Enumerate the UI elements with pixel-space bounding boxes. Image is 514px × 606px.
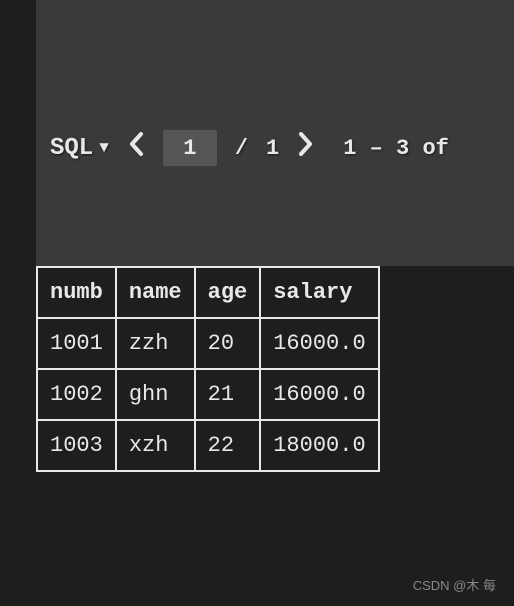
col-header: numb [37, 267, 116, 318]
cell: xzh [116, 420, 195, 471]
prev-page-button[interactable] [127, 131, 145, 165]
table-row: 1001 zzh 20 16000.0 [37, 318, 379, 369]
cell: 22 [195, 420, 261, 471]
watermark: CSDN @木 每 [413, 575, 496, 594]
dropdown-triangle-icon: ▼ [99, 139, 109, 157]
col-header: name [116, 267, 195, 318]
cell: 20 [195, 318, 261, 369]
cell: 1001 [37, 318, 116, 369]
cell: 1002 [37, 369, 116, 420]
next-page-button[interactable] [297, 131, 315, 165]
page-input[interactable] [163, 130, 217, 166]
results-table: numb name age salary 1001 zzh 20 16000.0… [36, 266, 380, 472]
range-text: 1 – 3 of [343, 136, 449, 161]
cell: ghn [116, 369, 195, 420]
chevron-right-icon [297, 131, 315, 157]
sql-label: SQL [50, 135, 93, 162]
table-header-row: numb name age salary [37, 267, 379, 318]
cell: zzh [116, 318, 195, 369]
page-separator: / [235, 136, 248, 161]
toolbar: SQL ▼ / 1 1 – 3 of [36, 0, 514, 266]
page-total: 1 [266, 136, 279, 161]
cell: 16000.0 [260, 318, 378, 369]
cell: 21 [195, 369, 261, 420]
sql-dropdown[interactable]: SQL ▼ [50, 135, 109, 162]
col-header: salary [260, 267, 378, 318]
cell: 18000.0 [260, 420, 378, 471]
table-row: 1003 xzh 22 18000.0 [37, 420, 379, 471]
results-table-wrap: numb name age salary 1001 zzh 20 16000.0… [36, 266, 514, 472]
col-header: age [195, 267, 261, 318]
table-row: 1002 ghn 21 16000.0 [37, 369, 379, 420]
cell: 16000.0 [260, 369, 378, 420]
chevron-left-icon [127, 131, 145, 157]
cell: 1003 [37, 420, 116, 471]
